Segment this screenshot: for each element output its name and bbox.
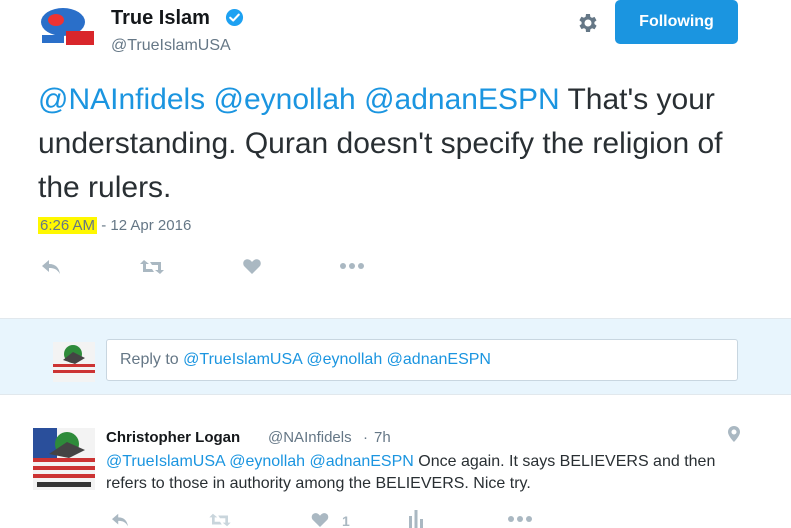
reply-mentions: @TrueIslamUSA @eynollah @adnanESPN	[183, 351, 491, 368]
more-icon[interactable]	[339, 262, 365, 270]
mention-link[interactable]: @NAInfidels	[38, 83, 205, 116]
verified-badge-icon	[225, 8, 244, 27]
reply-icon[interactable]	[40, 258, 62, 276]
location-pin-icon	[728, 426, 740, 442]
reply-input[interactable]: Reply to @TrueIslamUSA @eynollah @adnanE…	[106, 339, 738, 381]
tweet-date: - 12 Apr 2016	[97, 217, 192, 234]
user-avatar[interactable]	[53, 342, 95, 382]
mention-link[interactable]: @adnanESPN	[364, 83, 560, 116]
reply-author-name[interactable]: Christopher Logan	[106, 429, 240, 447]
separator-dot: ·	[363, 429, 368, 446]
author-handle[interactable]: @TrueIslamUSA	[111, 36, 231, 56]
reply-tweet: Christopher Logan @NAInfidels · 7h @True…	[0, 412, 791, 528]
true-islam-logo[interactable]	[38, 5, 98, 49]
like-icon[interactable]	[242, 257, 262, 275]
reply-mentions[interactable]: @TrueIslamUSA @eynollah @adnanESPN	[106, 453, 414, 470]
reply-timestamp[interactable]: 7h	[374, 429, 391, 447]
retweet-icon[interactable]	[207, 512, 233, 528]
like-count: 1	[342, 513, 350, 528]
reply-icon[interactable]	[109, 512, 131, 528]
author-name[interactable]: True Islam	[111, 6, 210, 30]
mention-link[interactable]: @eynollah	[214, 83, 356, 116]
reply-author-avatar[interactable]	[33, 428, 95, 490]
analytics-icon[interactable]	[408, 510, 424, 528]
reply-tweet-text: @TrueIslamUSA @eynollah @adnanESPN Once …	[106, 451, 756, 495]
following-button[interactable]: Following	[615, 0, 738, 44]
reply-prefix: Reply to	[120, 351, 184, 368]
gear-icon[interactable]	[575, 11, 599, 35]
like-icon[interactable]	[310, 511, 330, 528]
main-tweet: True Islam @TrueIslamUSA Following @NAIn…	[0, 0, 791, 318]
retweet-icon[interactable]	[139, 258, 165, 276]
tweet-time[interactable]: 6:26 AM	[38, 217, 98, 234]
reply-composer: Reply to @TrueIslamUSA @eynollah @adnanE…	[0, 318, 791, 395]
tweet-timestamp[interactable]: 6:26 AM - 12 Apr 2016	[38, 217, 191, 235]
more-icon[interactable]	[507, 515, 533, 523]
reply-author-handle[interactable]: @NAInfidels	[268, 429, 352, 447]
tweet-text: @NAInfidels @eynollah @adnanESPN That's …	[38, 78, 758, 210]
